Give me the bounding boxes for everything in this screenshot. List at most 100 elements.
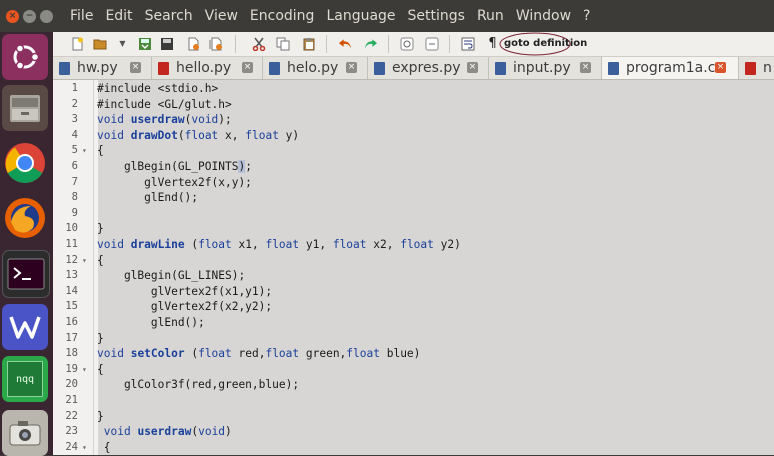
file-icon [608, 61, 619, 75]
tab-program1a-c[interactable]: program1a.c × [602, 57, 739, 79]
code-line[interactable]: 4 void drawDot(float x, float y) [53, 128, 774, 144]
keyword-token: void [97, 347, 124, 361]
menu-help[interactable]: ? [577, 8, 596, 24]
menu-search[interactable]: Search [139, 8, 199, 24]
code-token: green, [299, 347, 347, 361]
save-all-icon[interactable] [159, 36, 174, 51]
tab-close-icon[interactable]: × [130, 62, 141, 73]
fold-marker-icon[interactable]: ▾ [82, 143, 87, 159]
menu-run[interactable]: Run [471, 8, 510, 24]
chrome-icon[interactable] [2, 140, 48, 186]
zoom-in-icon[interactable] [399, 36, 414, 51]
keyword-token: float [198, 347, 232, 361]
tab-close-icon[interactable]: × [242, 62, 253, 73]
line-number: 9 [71, 206, 78, 219]
code-token: ( [177, 128, 185, 142]
code-line[interactable]: 12 ▾ { [53, 253, 774, 269]
line-number: 19 [65, 362, 78, 375]
fold-marker-icon[interactable]: ▾ [82, 440, 87, 455]
screenshot-icon[interactable] [2, 410, 48, 456]
code-editor[interactable]: 1 #include <stdio.h> 2 #include <GL/glut.h>… [53, 80, 774, 455]
close-window-button[interactable]: × [6, 9, 19, 23]
menu-edit[interactable]: Edit [99, 8, 138, 24]
code-line[interactable]: 24 ▾ { [53, 440, 774, 455]
nqq-label: nqq [7, 361, 43, 397]
menu-view[interactable]: View [199, 8, 244, 24]
tab-close-icon[interactable]: × [580, 62, 591, 73]
code-line[interactable]: 21 [53, 393, 774, 409]
code-line[interactable]: 14 glVertex2f(x1,y1); [53, 284, 774, 300]
ubuntu-logo-icon[interactable] [2, 34, 48, 80]
code-token: glBegin(GL_LINES); [97, 269, 246, 283]
copy-icon[interactable] [275, 36, 290, 51]
wps-writer-icon[interactable] [2, 304, 48, 350]
tab-close-icon[interactable]: × [467, 62, 478, 73]
code-line[interactable]: 17} [53, 331, 774, 347]
code-line[interactable]: 8 glEnd(); [53, 190, 774, 206]
fold-marker-icon[interactable]: ▾ [82, 253, 87, 269]
code-line[interactable]: 10} [53, 221, 774, 237]
tab-helo-py[interactable]: helo.py × [263, 57, 368, 79]
line-number: 3 [71, 113, 78, 126]
code-line[interactable]: 5 ▾ { [53, 143, 774, 159]
tab-label: hw.py [77, 60, 118, 76]
menu-encoding[interactable]: Encoding [244, 8, 321, 24]
word-wrap-icon[interactable] [460, 36, 475, 51]
open-folder-icon[interactable] [93, 36, 108, 51]
open-dropdown-chevron-down-icon[interactable]: ▼ [115, 36, 130, 51]
firefox-icon[interactable] [2, 195, 48, 241]
cut-icon[interactable] [251, 36, 266, 51]
zoom-out-icon[interactable] [424, 36, 439, 51]
maximize-window-button[interactable] [40, 9, 53, 23]
menu-settings[interactable]: Settings [402, 8, 471, 24]
toolbar-separator [388, 35, 389, 53]
close-file-icon[interactable] [186, 36, 201, 51]
redo-icon[interactable] [363, 36, 378, 51]
code-line[interactable]: 20 glColor3f(red,green,blue); [53, 377, 774, 393]
code-line[interactable]: 3 void userdraw(void); [53, 112, 774, 128]
toolbar-separator [449, 35, 450, 53]
tab-close-icon[interactable]: × [715, 62, 726, 73]
terminal-icon[interactable] [2, 250, 50, 298]
line-text: } [97, 409, 104, 425]
code-token: glVertex2f(x1,y1); [97, 284, 273, 298]
undo-icon[interactable] [338, 36, 353, 51]
code-line[interactable]: 1 #include <stdio.h> [53, 81, 774, 97]
tab-input-py[interactable]: input.py × [489, 57, 602, 79]
new-file-icon[interactable] [70, 36, 85, 51]
code-line[interactable]: 22} [53, 409, 774, 425]
code-token: glBegin(GL_POINTS [97, 160, 239, 173]
line-text: void userdraw(void) [97, 424, 232, 440]
code-line[interactable]: 18 void setColor (float red,float green,f… [53, 346, 774, 362]
code-line[interactable]: 23 void userdraw(void) [53, 424, 774, 440]
code-token: ) [225, 425, 232, 439]
tab-close-icon[interactable]: × [346, 62, 357, 73]
code-line[interactable]: 9 [53, 206, 774, 222]
code-line[interactable]: 15 glVertex2f(x2,y2); [53, 299, 774, 315]
tab-hello-py[interactable]: hello.py × [152, 57, 263, 79]
minimize-window-button[interactable]: − [23, 9, 36, 23]
code-token: glVertex2f(x,y); [97, 175, 252, 189]
code-line[interactable]: 16 glEnd(); [53, 315, 774, 331]
tab-n[interactable]: n [739, 57, 774, 79]
fold-marker-icon[interactable]: ▾ [82, 362, 87, 378]
code-line[interactable]: 19 ▾ { [53, 362, 774, 378]
line-number: 17 [65, 331, 78, 344]
nqq-icon[interactable]: nqq [2, 356, 48, 402]
tab-hw-py[interactable]: hw.py × [53, 57, 152, 79]
tab-expres-py[interactable]: expres.py × [368, 57, 489, 79]
files-icon[interactable] [2, 85, 48, 131]
code-line[interactable]: 6 glBegin(GL_POINTS); [53, 159, 774, 175]
code-line[interactable]: 2 #include <GL/glut.h> [53, 97, 774, 113]
menu-language[interactable]: Language [320, 8, 401, 24]
code-line[interactable]: 11 void drawLine (float x1, float y1, flo… [53, 237, 774, 253]
code-line[interactable]: 13 glBegin(GL_LINES); [53, 268, 774, 284]
menu-window[interactable]: Window [510, 8, 577, 24]
save-icon[interactable] [137, 36, 152, 51]
menu-file[interactable]: File [64, 8, 99, 24]
notepadqq-window: ▼ ¶ goto definition hw.py × hello.py × h… [53, 32, 774, 455]
code-line[interactable]: 7 glVertex2f(x,y); [53, 175, 774, 191]
close-all-icon[interactable] [208, 36, 223, 51]
paste-icon[interactable] [301, 36, 316, 51]
